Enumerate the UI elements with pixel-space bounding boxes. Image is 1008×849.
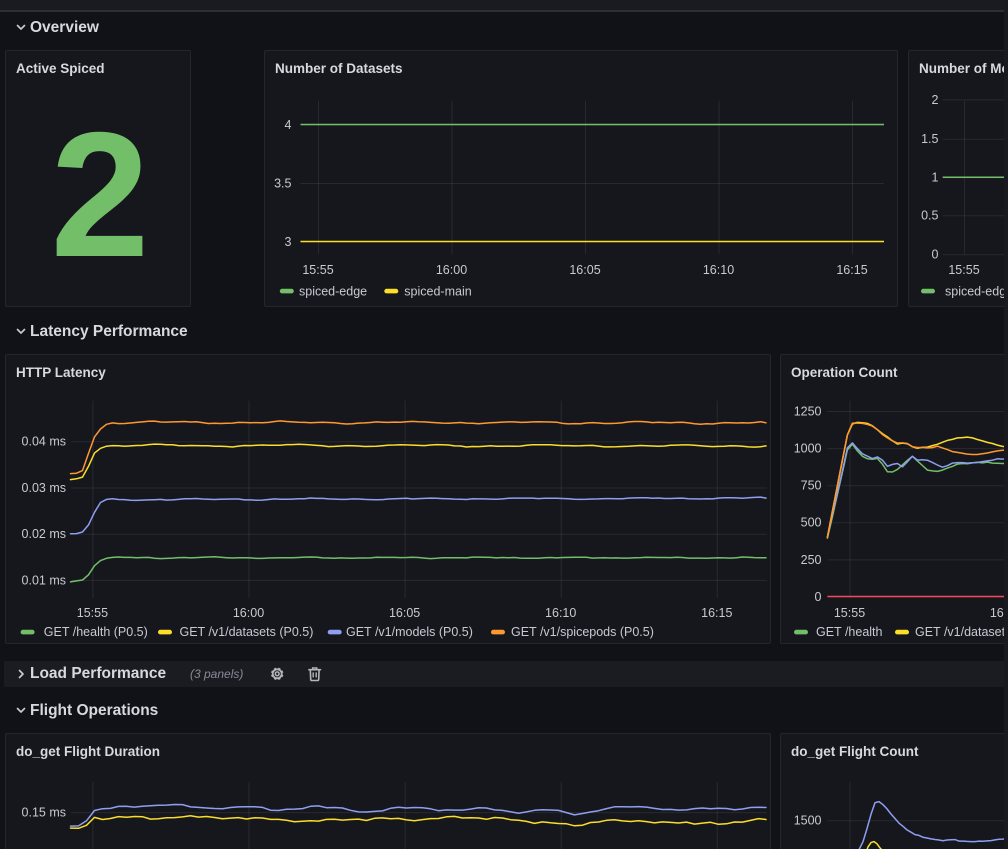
svg-text:16:05: 16:05 <box>569 263 600 277</box>
svg-text:2: 2 <box>932 93 939 107</box>
svg-text:750: 750 <box>801 479 822 493</box>
svg-text:GET /v1/datasets: GET /v1/datasets <box>915 625 1008 639</box>
svg-text:spiced-edge: spiced-edge <box>299 285 367 299</box>
svg-text:1000: 1000 <box>794 442 822 456</box>
svg-text:1.5: 1.5 <box>921 132 938 146</box>
svg-text:15:55: 15:55 <box>77 606 108 620</box>
svg-text:16:15: 16:15 <box>701 606 732 620</box>
svg-text:4: 4 <box>285 118 292 132</box>
svg-text:0.01 ms: 0.01 ms <box>22 573 66 587</box>
svg-text:GET /health: GET /health <box>816 625 883 639</box>
svg-text:spiced-edge: spiced-edge <box>945 285 1008 299</box>
svg-text:0.02 ms: 0.02 ms <box>22 527 66 541</box>
svg-text:16:00: 16:00 <box>436 263 467 277</box>
svg-text:0: 0 <box>815 590 822 604</box>
svg-text:250: 250 <box>801 553 822 567</box>
svg-text:3.5: 3.5 <box>274 176 291 190</box>
svg-text:3: 3 <box>285 235 292 249</box>
svg-text:500: 500 <box>801 516 822 530</box>
svg-text:0.04 ms: 0.04 ms <box>22 435 66 449</box>
svg-text:16:05: 16:05 <box>389 606 420 620</box>
svg-text:16:10: 16:10 <box>703 263 734 277</box>
svg-text:GET /health (P0.5): GET /health (P0.5) <box>44 625 148 639</box>
svg-text:1: 1 <box>932 171 939 185</box>
svg-text:0.15 ms: 0.15 ms <box>22 806 66 820</box>
svg-text:1250: 1250 <box>794 404 822 418</box>
svg-text:0: 0 <box>932 248 939 262</box>
svg-text:spiced-main: spiced-main <box>404 285 471 299</box>
svg-text:GET /v1/spicepods (P0.5): GET /v1/spicepods (P0.5) <box>511 625 654 639</box>
svg-text:16:10: 16:10 <box>545 606 576 620</box>
svg-text:16:15: 16:15 <box>836 263 867 277</box>
svg-text:1500: 1500 <box>794 814 822 828</box>
svg-text:0.03 ms: 0.03 ms <box>22 481 66 495</box>
svg-text:15:55: 15:55 <box>834 606 865 620</box>
svg-text:15:55: 15:55 <box>948 263 979 277</box>
svg-text:15:55: 15:55 <box>302 263 333 277</box>
svg-text:16:00: 16:00 <box>233 606 264 620</box>
svg-text:0.5: 0.5 <box>921 209 938 223</box>
svg-text:GET /v1/datasets (P0.5): GET /v1/datasets (P0.5) <box>180 625 314 639</box>
svg-text:GET /v1/models (P0.5): GET /v1/models (P0.5) <box>346 625 473 639</box>
